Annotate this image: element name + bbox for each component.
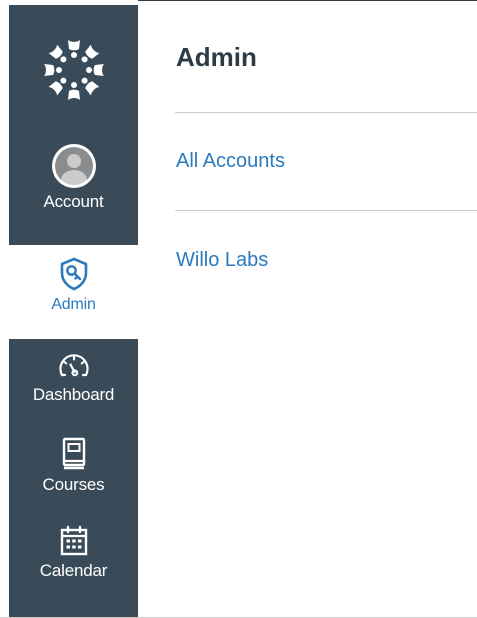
left-margin xyxy=(0,0,9,618)
account-link-willo-labs[interactable]: Willo Labs xyxy=(176,247,268,273)
nav-item-courses[interactable]: Courses xyxy=(9,429,138,517)
nav-item-label: Calendar xyxy=(39,561,108,580)
courses-book-icon xyxy=(62,437,85,470)
nav-item-dashboard[interactable]: Dashboard xyxy=(9,339,138,429)
nav-item-account[interactable]: Account xyxy=(9,137,138,245)
main-content: Admin All Accounts Willo Labs xyxy=(138,1,477,617)
dashboard-gauge-icon xyxy=(58,354,89,377)
nav-item-label: Account xyxy=(43,192,104,211)
nav-item-label: Courses xyxy=(42,475,105,494)
global-navigation: Account Admin Dashboard Courses Calendar xyxy=(9,5,138,617)
account-link-all-accounts[interactable]: All Accounts xyxy=(176,148,285,174)
canvas-logo-icon xyxy=(43,40,104,100)
admin-shield-icon xyxy=(60,257,87,291)
canvas-logo[interactable] xyxy=(9,5,138,135)
app-frame: Account Admin Dashboard Courses Calendar… xyxy=(0,0,477,618)
page-title: Admin xyxy=(176,42,257,72)
calendar-icon xyxy=(60,525,87,556)
nav-item-calendar[interactable]: Calendar xyxy=(9,517,138,605)
nav-item-admin[interactable]: Admin xyxy=(9,245,138,339)
divider xyxy=(175,210,477,211)
nav-item-label: Dashboard xyxy=(32,385,115,404)
avatar xyxy=(51,144,96,188)
divider xyxy=(175,112,477,113)
nav-item-label: Admin xyxy=(51,296,96,313)
